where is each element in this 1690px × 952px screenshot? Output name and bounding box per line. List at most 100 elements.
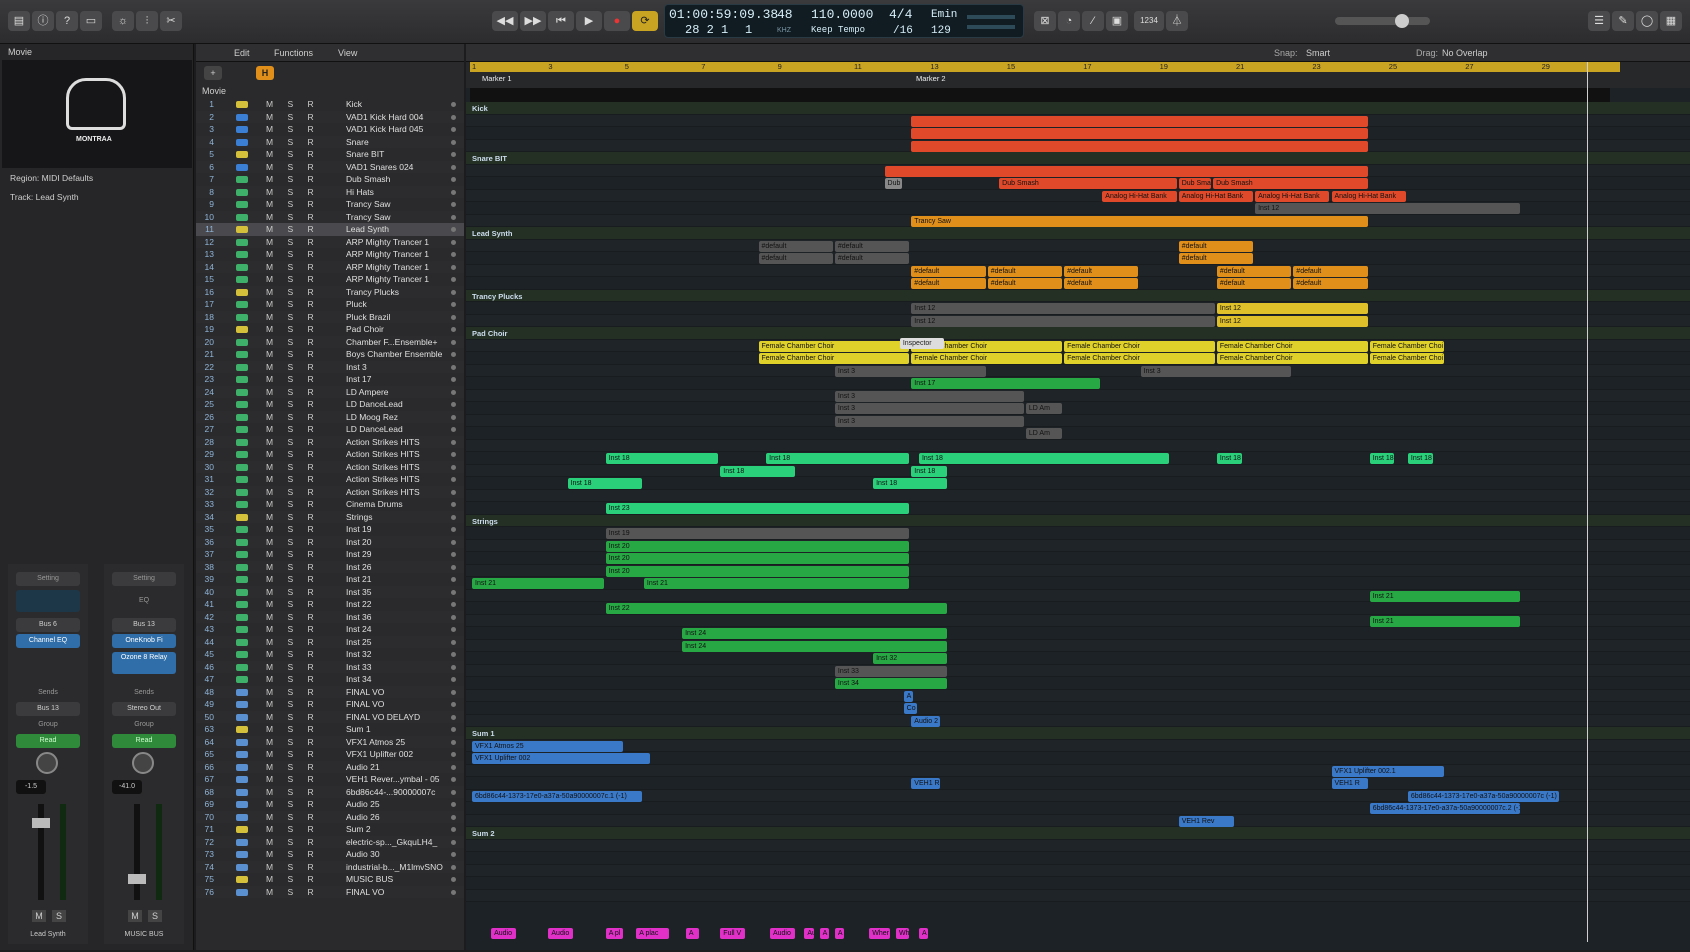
track-name[interactable]: ARP Mighty Trancer 1 [346, 248, 446, 261]
track-header[interactable]: 14 M S R ARP Mighty Trancer 1 [196, 260, 464, 273]
track-lane[interactable] [466, 777, 1690, 790]
track-lane[interactable] [466, 464, 1690, 477]
track-header[interactable]: 12 M S R ARP Mighty Trancer 1 [196, 235, 464, 248]
mute-solo-buttons[interactable]: M S R [266, 623, 320, 636]
track-name[interactable]: industrial-b..._M1lmvSNO [346, 861, 446, 874]
track-lane[interactable] [466, 389, 1690, 402]
arrange-region[interactable] [911, 128, 1368, 139]
track-name[interactable]: Trancy Saw [346, 198, 446, 211]
track-name[interactable]: Inst 24 [346, 623, 446, 636]
arrange-region[interactable]: A [918, 928, 929, 939]
track-lane[interactable] [466, 252, 1690, 265]
drag-select[interactable]: No Overlap [1442, 48, 1488, 58]
track-name[interactable]: Kick [346, 98, 446, 111]
track-header[interactable]: 71 M S R Sum 2 [196, 823, 464, 836]
arrange-region[interactable]: Inst 12 [911, 303, 1215, 314]
mute-solo-buttons[interactable]: M S R [266, 723, 320, 736]
track-header[interactable]: 48 M S R FINAL VO [196, 685, 464, 699]
arrange-region[interactable]: Female Chamber Choi [1369, 353, 1445, 364]
automation-read[interactable]: Read [112, 734, 176, 748]
track-name[interactable]: Action Strikes HITS [346, 436, 446, 449]
mute-solo-buttons[interactable]: M S R [266, 761, 320, 774]
track-name[interactable]: electric-sp..._GkquLH4_ [346, 836, 446, 849]
go-to-start-button[interactable]: ⏮ [548, 11, 574, 31]
track-lane[interactable] [466, 727, 1690, 740]
arrange-region[interactable]: #default [987, 265, 1063, 277]
track-lane[interactable] [466, 402, 1690, 415]
movie-thumbnails[interactable] [470, 88, 1610, 102]
arrange-region[interactable] [884, 165, 1368, 177]
track-name[interactable]: Snare [346, 136, 446, 149]
movie-preview[interactable]: MONTRAA [2, 60, 192, 168]
arrange-region[interactable]: Inst 12 [911, 315, 1215, 327]
solo-button[interactable]: S [52, 910, 66, 922]
arrange-region[interactable]: Audio [548, 928, 574, 939]
arrange-region[interactable]: A [685, 928, 700, 939]
track-name[interactable]: Inst 36 [346, 611, 446, 624]
arrange-region[interactable]: Inst 24 [682, 640, 948, 652]
mute-solo-buttons[interactable]: M S R [266, 886, 320, 899]
arrange-region[interactable]: Co [903, 703, 917, 714]
track-name[interactable]: Action Strikes HITS [346, 448, 446, 461]
marker-2[interactable]: Marker 2 [916, 74, 946, 83]
track-header[interactable]: 4 M S R Snare [196, 135, 464, 149]
track-lane[interactable] [466, 227, 1690, 240]
track-lane[interactable] [466, 327, 1690, 340]
mute-solo-buttons[interactable]: M S R [266, 461, 320, 474]
notepad-icon[interactable]: ✎ [1612, 11, 1634, 31]
arrange-region[interactable]: Inst 23 [605, 503, 910, 514]
arrange-region[interactable]: Female Chamber Choir [1216, 353, 1368, 364]
track-name[interactable]: Inst 25 [346, 636, 446, 649]
track-name[interactable]: Inst 34 [346, 673, 446, 686]
track-inspector-header[interactable]: Track: Lead Synth [10, 192, 79, 202]
track-header[interactable]: 3 M S R VAD1 Kick Hard 045 [196, 123, 464, 136]
track-name[interactable]: LD DanceLead [346, 398, 446, 411]
track-name[interactable]: Action Strikes HITS [346, 473, 446, 486]
arrange-region[interactable]: Inst 18 [766, 453, 910, 464]
add-track-button[interactable]: + [204, 66, 222, 80]
track-header[interactable]: 66 M S R Audio 21 [196, 760, 464, 774]
track-header[interactable]: 9 M S R Trancy Saw [196, 198, 464, 211]
arrange-region[interactable]: Audio [769, 928, 795, 939]
mute-solo-buttons[interactable]: M S R [266, 173, 320, 186]
track-name[interactable]: LD Moog Rez [346, 411, 446, 424]
arrange-region[interactable]: #default [1216, 265, 1292, 277]
mute-button[interactable]: M [128, 910, 142, 922]
mute-solo-buttons[interactable]: M S R [266, 398, 320, 411]
track-name[interactable]: VAD1 Snares 024 [346, 161, 446, 174]
mute-solo-buttons[interactable]: M S R [266, 686, 320, 699]
eq-label[interactable]: EQ [112, 594, 176, 608]
track-header[interactable]: 5 M S R Snare BIT [196, 148, 464, 161]
track-name[interactable]: FINAL VO DELAYD [346, 711, 446, 724]
mute-button[interactable]: M [32, 910, 46, 922]
arrange-region[interactable]: 6bd86c44-1373-17e0-a37a-50a90000007c.1 (… [472, 790, 642, 802]
mute-solo-buttons[interactable]: M S R [266, 586, 320, 599]
arrange-region[interactable]: Audio [491, 928, 516, 939]
track-header[interactable]: 27 M S R LD DanceLead [196, 423, 464, 436]
arrange-region[interactable]: Inst 18 [605, 453, 719, 464]
arrange-region[interactable]: #default [911, 265, 986, 277]
arrange-region[interactable]: Inst 12 [1255, 203, 1521, 214]
track-header[interactable]: 11 M S R Lead Synth [196, 223, 464, 236]
play-button[interactable]: ▶ [576, 11, 602, 31]
track-header[interactable]: 19 M S R Pad Choir [196, 323, 464, 336]
mute-solo-buttons[interactable]: M S R [266, 373, 320, 386]
arrange-region[interactable]: A [834, 928, 845, 939]
arrange-region[interactable]: Inst 19 [605, 528, 910, 539]
mute-solo-buttons[interactable]: M S R [266, 386, 320, 399]
track-name[interactable]: Action Strikes HITS [346, 461, 446, 474]
track-name[interactable]: Action Strikes HITS [346, 486, 446, 499]
mute-solo-buttons[interactable]: M S R [266, 798, 320, 811]
track-header[interactable]: 76 M S R FINAL VO [196, 885, 464, 899]
arrange-region[interactable]: Dub Smash [999, 178, 1177, 189]
arrange-region[interactable]: Dub Sm [884, 178, 902, 189]
track-lane[interactable] [466, 827, 1690, 840]
track-name[interactable]: Strings [346, 511, 446, 524]
mute-solo-buttons[interactable]: M S R [266, 436, 320, 449]
channel-eq-plugin[interactable]: Channel EQ [16, 634, 80, 648]
track-header[interactable]: 72 M S R electric-sp..._GkquLH4_ [196, 835, 464, 849]
arrange-region[interactable]: VFX1 Uplifter 002.1 [1331, 765, 1445, 777]
track-lane[interactable] [466, 852, 1690, 865]
track-name[interactable]: VEH1 Rever...ymbal - 05 [346, 773, 446, 786]
track-header[interactable]: 31 M S R Action Strikes HITS [196, 473, 464, 486]
